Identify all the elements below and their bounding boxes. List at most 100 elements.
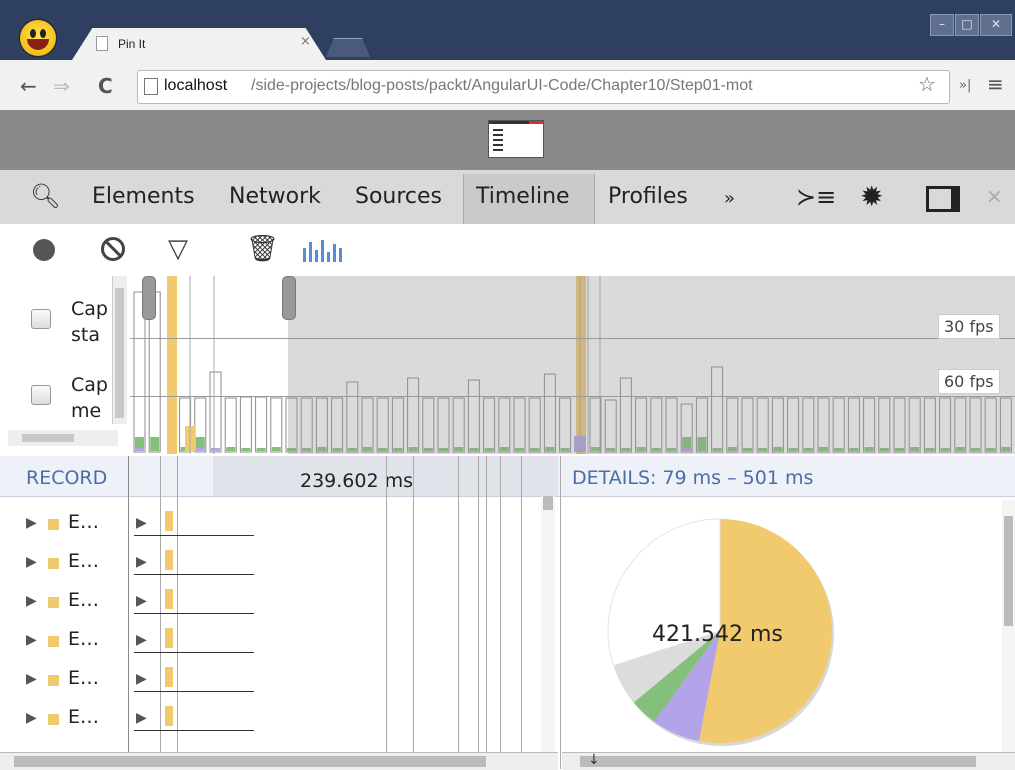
capture-memory-checkbox[interactable] [31,385,51,405]
tab-profiles[interactable]: Profiles [608,184,688,209]
row-separator [134,691,254,692]
timeline-gridline [500,456,501,752]
page-thumbnail [488,120,544,158]
frame-bar-painting [150,437,160,451]
options-hscroll[interactable] [8,430,118,446]
details-hscroll[interactable] [562,752,1015,770]
fps-60-label: 60 fps [938,369,1000,394]
expand-arrow-icon[interactable]: ▶ [26,593,37,609]
capture-stacks-checkbox[interactable] [31,309,51,329]
menu-icon[interactable]: ≡ [987,72,1004,96]
record-duration-bar [165,589,173,609]
console-drawer-icon[interactable]: ≻≡ [796,183,836,211]
record-row[interactable]: ▶ E… [0,511,128,541]
record-row[interactable]: ▶ E… [0,550,128,580]
overview-left-handle[interactable] [142,276,156,320]
back-icon[interactable]: ← [20,74,37,98]
frame-bar-scripting [167,276,177,454]
options-vscroll[interactable] [112,276,127,424]
event-color-swatch [48,519,59,530]
record-bar-row[interactable]: ▶ [134,589,254,619]
close-window-button[interactable]: ✕ [980,14,1012,36]
record-duration-bar [165,667,173,687]
reload-icon[interactable]: C [98,74,113,98]
tab-timeline[interactable]: Timeline [476,184,570,209]
browser-avatar-icon[interactable] [18,18,58,58]
clear-icon[interactable] [101,237,125,261]
page-info-icon[interactable] [144,78,158,95]
more-tabs-icon[interactable]: » [724,188,735,209]
expand-arrow-icon[interactable]: ▶ [136,515,147,531]
expand-arrow-icon[interactable]: ▶ [26,671,37,687]
record-row[interactable]: ▶ E… [0,628,128,658]
expand-arrow-icon[interactable]: ▶ [136,554,147,570]
search-icon[interactable]: 🔍︎ [30,182,60,210]
expand-arrow-icon[interactable]: ▶ [136,710,147,726]
devtools-close-icon[interactable]: × [986,184,1003,208]
record-bar-row[interactable]: ▶ [134,550,254,580]
tab-close-icon[interactable]: × [300,34,311,49]
frame-bar-painting [226,447,236,451]
garbage-collect-icon[interactable]: 🗑︎ [246,234,279,264]
event-color-swatch [48,558,59,569]
overview-right-handle[interactable] [282,276,296,320]
browser-tab[interactable] [72,28,326,60]
record-label: E… [68,628,100,650]
record-bar-row[interactable]: ▶ [134,706,254,736]
frame-bar [255,396,268,453]
forward-icon[interactable]: ⇒ [53,74,70,98]
tab-network[interactable]: Network [229,184,321,209]
frame-bar [239,396,252,453]
records-vscroll[interactable] [541,496,555,752]
record-duration-bar [165,550,173,570]
expand-arrow-icon[interactable]: ▶ [136,593,147,609]
expand-arrow-icon[interactable]: ▶ [136,632,147,648]
records-duration: 239.602 ms [300,470,414,492]
expand-arrow-icon[interactable]: ▶ [136,671,147,687]
tab-sources[interactable]: Sources [355,184,442,209]
expand-arrow-icon[interactable]: ▶ [26,710,37,726]
dock-side-icon[interactable] [926,186,960,212]
tab-elements[interactable]: Elements [92,184,195,209]
frame-bar-rendering [195,448,205,451]
record-duration-bar [165,628,173,648]
record-label: E… [68,589,100,611]
row-separator [134,730,254,731]
frames-view-icon[interactable] [303,238,343,266]
timeline-gridline [486,456,487,752]
frame-bar [270,397,283,453]
record-row[interactable]: ▶ E… [0,667,128,697]
record-row[interactable]: ▶ E… [0,589,128,619]
record-bar-row[interactable]: ▶ [134,511,254,541]
record-bar-row[interactable]: ▶ [134,667,254,697]
filter-icon[interactable]: ▽ [168,234,188,264]
url-host: localhost [164,77,228,94]
record-duration-bar [165,511,173,531]
event-color-swatch [48,597,59,608]
minimize-button[interactable]: – [930,14,954,36]
details-vscroll[interactable] [1002,500,1015,752]
settings-gear-icon[interactable]: ✹ [860,180,883,213]
records-hscroll[interactable] [0,752,558,770]
timeline-gridline [177,456,178,752]
maximize-button[interactable]: □ [955,14,979,36]
record-row[interactable]: ▶ E… [0,706,128,736]
timeline-gridline [521,456,522,752]
record-bar-row[interactable]: ▶ [134,628,254,658]
url-path: /side-projects/blog-posts/packt/AngularU… [251,77,753,94]
bookmark-star-icon[interactable]: ☆ [918,72,936,96]
timeline-gridline [386,456,387,752]
record-label: E… [68,667,100,689]
frame-bar-painting [271,447,281,451]
page-icon [96,36,108,51]
expand-arrow-icon[interactable]: ▶ [26,515,37,531]
row-separator [134,652,254,653]
record-label: E… [68,550,100,572]
records-title: RECORD [26,467,108,489]
extensions-overflow-icon[interactable]: »| [959,78,971,93]
expand-arrow-icon[interactable]: ▶ [26,632,37,648]
expand-arrow-icon[interactable]: ▶ [26,554,37,570]
overview-unselected-shade [288,276,1015,454]
record-icon[interactable] [33,239,55,261]
timeline-gridline [458,456,459,752]
